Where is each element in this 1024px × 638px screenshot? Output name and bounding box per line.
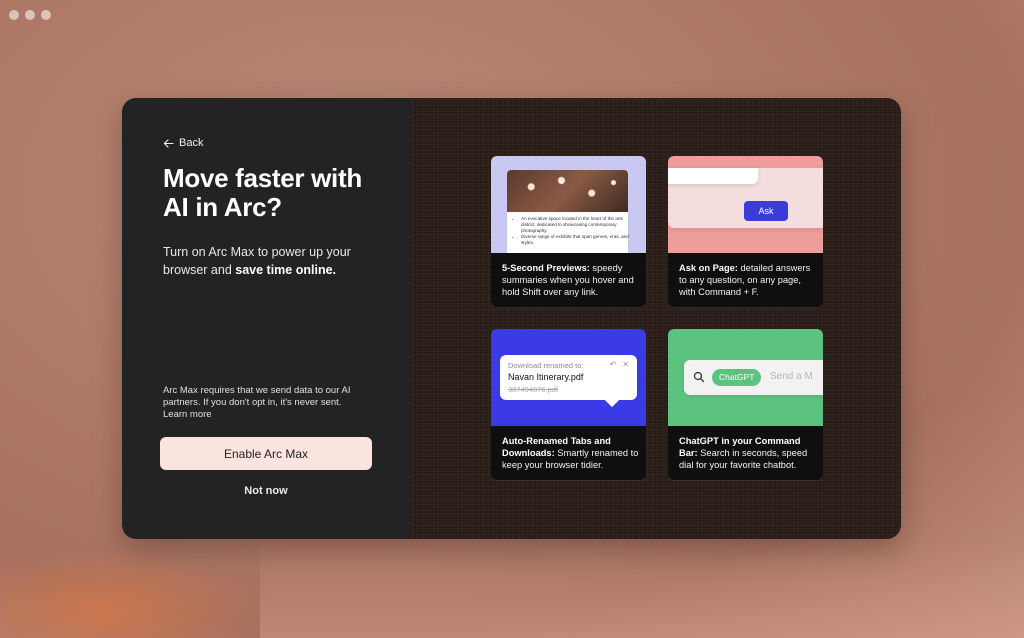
feature-title: 5-Second Previews: bbox=[502, 263, 590, 273]
enable-arc-max-button[interactable]: Enable Arc Max bbox=[160, 437, 372, 470]
feature-card-chatgpt: ChatGPT Send a M ChatGPT in your Command… bbox=[668, 329, 823, 480]
not-now-button[interactable]: Not now bbox=[160, 485, 372, 497]
preview-bullet: An evocative space located in the heart … bbox=[521, 216, 631, 234]
page-title: Move faster with AI in Arc? bbox=[163, 163, 362, 222]
intro-subtext: Turn on Arc Max to power up your browser… bbox=[163, 243, 378, 279]
maximize-window-dot[interactable] bbox=[41, 10, 51, 20]
close-window-dot[interactable] bbox=[9, 10, 19, 20]
preview-bullet: Diverse range of exhibits that span genr… bbox=[521, 234, 631, 246]
window-controls bbox=[9, 10, 51, 20]
preview-sheet: An evocative space located in the heart … bbox=[507, 170, 631, 253]
command-bar-placeholder: Send a M bbox=[770, 371, 813, 382]
chatgpt-chip: ChatGPT bbox=[712, 369, 762, 386]
feature-body: Search in seconds, speed dial for your f… bbox=[679, 448, 808, 470]
feature-caption: ChatGPT in your Command Bar: Search in s… bbox=[679, 435, 817, 471]
chatgpt-illustration: ChatGPT Send a M bbox=[668, 329, 823, 426]
arrow-left-icon bbox=[163, 138, 174, 148]
background-blur-warm bbox=[0, 548, 260, 638]
toast-label: Download renamed to: bbox=[508, 361, 584, 370]
renamed-filename: Navan Itinerary.pdf bbox=[508, 372, 584, 382]
ask-panel: Ask bbox=[668, 168, 823, 228]
download-toast: Download renamed to: ↶ ✕ Navan Itinerary… bbox=[500, 355, 637, 400]
feature-title: Ask on Page: bbox=[679, 263, 738, 273]
undo-icon: ↶ bbox=[609, 360, 617, 369]
rename-illustration: Download renamed to: ↶ ✕ Navan Itinerary… bbox=[491, 329, 646, 426]
subtext-bold: save time online. bbox=[235, 263, 336, 277]
background-blur-light bbox=[260, 538, 1024, 638]
ask-panel-header bbox=[668, 168, 758, 184]
ask-illustration: Ask bbox=[668, 156, 823, 253]
feature-card-auto-rename: Download renamed to: ↶ ✕ Navan Itinerary… bbox=[491, 329, 646, 480]
preview-bullets: An evocative space located in the heart … bbox=[513, 216, 631, 246]
gallery-photo-image bbox=[507, 170, 628, 212]
feature-caption: Ask on Page: detailed answers to any que… bbox=[679, 262, 817, 298]
feature-caption: 5-Second Previews: speedy summaries when… bbox=[502, 262, 640, 298]
ask-button: Ask bbox=[744, 201, 788, 221]
privacy-disclaimer: Arc Max requires that we send data to ou… bbox=[163, 385, 378, 421]
arc-max-dialog: Back Move faster with AI in Arc? Turn on… bbox=[122, 98, 901, 539]
feature-card-previews: An evocative space located in the heart … bbox=[491, 156, 646, 307]
intro-panel: Back Move faster with AI in Arc? Turn on… bbox=[122, 98, 412, 539]
feature-card-ask-on-page: Ask Ask on Page: detailed answers to any… bbox=[668, 156, 823, 307]
close-icon: ✕ bbox=[622, 360, 629, 369]
original-filename: 387494876.pdf bbox=[508, 385, 559, 394]
previews-illustration: An evocative space located in the heart … bbox=[491, 156, 646, 253]
disclaimer-text: Arc Max requires that we send data to ou… bbox=[163, 385, 351, 408]
back-label: Back bbox=[179, 137, 204, 149]
command-bar: ChatGPT Send a M bbox=[684, 360, 823, 395]
minimize-window-dot[interactable] bbox=[25, 10, 35, 20]
features-panel: An evocative space located in the heart … bbox=[412, 98, 901, 539]
back-button[interactable]: Back bbox=[163, 137, 203, 149]
feature-caption: Auto-Renamed Tabs and Downloads: Smartly… bbox=[502, 435, 640, 471]
learn-more-link[interactable]: Learn more bbox=[163, 409, 378, 421]
search-icon bbox=[693, 371, 705, 383]
toast-icons: ↶ ✕ bbox=[610, 360, 629, 369]
